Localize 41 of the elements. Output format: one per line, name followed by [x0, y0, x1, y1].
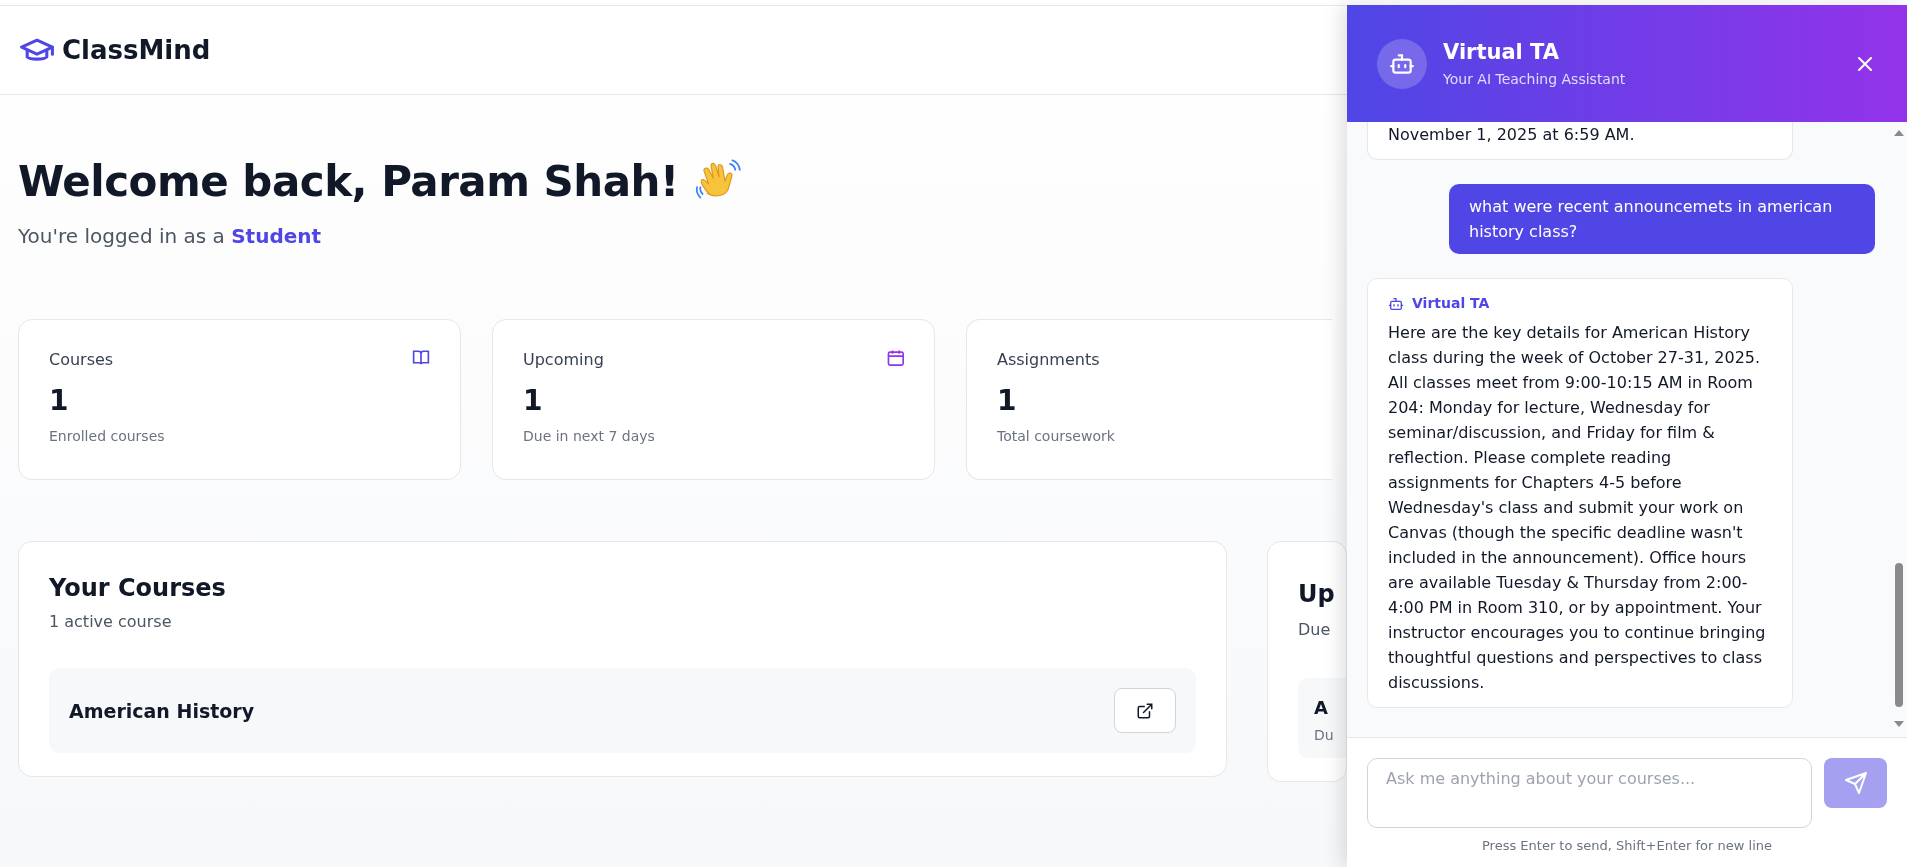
close-icon [1855, 54, 1875, 74]
stat-label: Courses [49, 349, 114, 372]
welcome-heading: Welcome back, Param Shah! [18, 157, 679, 208]
chat-title: Virtual TA [1443, 39, 1561, 67]
chat-subtitle: Your AI Teaching Assistant [1443, 69, 1627, 89]
card-subtitle: Due [1298, 619, 1332, 642]
book-icon [412, 348, 430, 367]
stat-value: 1 [49, 383, 70, 420]
stat-caption: Total coursework [997, 427, 1116, 447]
upcoming-item[interactable]: A Du [1298, 678, 1346, 759]
role-text: You're logged in as a Student [18, 223, 323, 251]
external-link-icon [1136, 701, 1154, 720]
stat-label: Upcoming [523, 349, 604, 372]
item-title: A [1314, 696, 1329, 721]
user-message: what were recent announcemets in american history class? [1449, 184, 1875, 254]
card-subtitle: 1 active course [49, 611, 173, 634]
card-title: Your Courses [49, 573, 227, 605]
send-icon [1843, 771, 1868, 795]
graduation-cap-icon [20, 36, 54, 64]
send-button[interactable] [1824, 758, 1887, 808]
stat-caption: Due in next 7 days [523, 427, 656, 447]
card-title: Up [1298, 579, 1336, 611]
stat-value: 1 [523, 383, 544, 420]
scroll-up-icon[interactable] [1893, 128, 1905, 138]
assistant-message: November 1, 2025 at 6:59 AM. [1367, 122, 1793, 160]
app-name: ClassMind [62, 33, 211, 67]
course-name: American History [69, 698, 255, 724]
input-hint: Press Enter to send, Shift+Enter for new line [1481, 837, 1773, 855]
course-row[interactable]: American History [49, 668, 1196, 754]
scrollbar-thumb[interactable] [1895, 563, 1903, 707]
robot-avatar-icon [1377, 38, 1427, 89]
message-text: Here are the key details for American History class during the week of October 27-31, 2025. All classes meet from 9:00-10:15 AM in Room 204: Monday for lecture, Wednesday for seminar/discussion, and Friday for film & reflection. Please complete reading assignments for Chapters 4-5 before Wednesday's class and submit your work on Canvas (though the specific deadline wasn't included in the announcement). Office hours are available Tuesday & Thursday from 2:00-4:00 PM in Room 310, or by appointment. Your instructor encourages you to continue bringing thoughtful questions and perspectives to class discussions. [1388, 322, 1767, 694]
open-course-button[interactable] [1114, 688, 1176, 734]
stat-value: 1 [997, 383, 1018, 420]
calendar-icon [886, 348, 904, 367]
sender-name: Virtual TA [1412, 294, 1490, 313]
stat-caption: Enrolled courses [49, 427, 166, 447]
stat-label: Assignments [997, 349, 1100, 372]
scroll-down-icon[interactable] [1893, 719, 1905, 729]
robot-icon [1388, 295, 1404, 312]
message-input[interactable]: Ask me anything about your courses... [1367, 758, 1812, 828]
